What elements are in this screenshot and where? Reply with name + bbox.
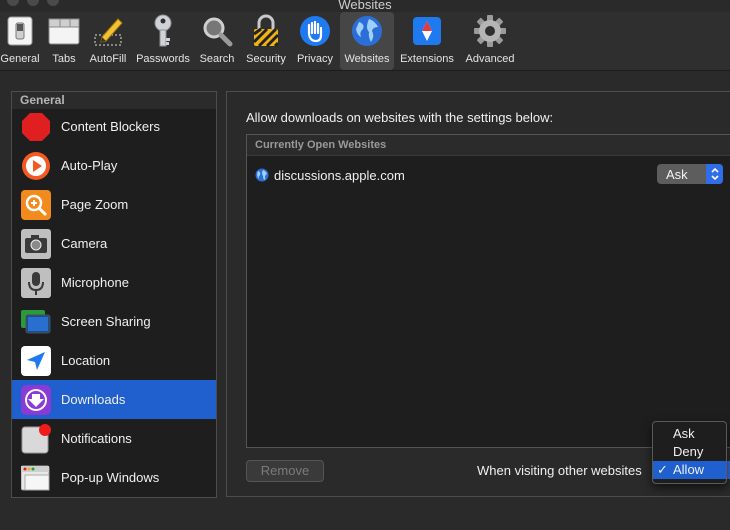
download-icon [21, 384, 51, 415]
toolbar-label-tabs: Tabs [52, 53, 76, 65]
window-title: Websites [338, 0, 392, 12]
toolbar-label-search: Search [199, 53, 235, 65]
sidebar-item-pop-up-windows[interactable]: Pop-up Windows [12, 458, 216, 497]
sidebar-item-content-blockers[interactable]: Content Blockers [12, 107, 216, 146]
website-setting-select[interactable]: Ask [657, 164, 723, 184]
toolbar-label-general: General [0, 53, 40, 65]
sidebar-item-location[interactable]: Location [12, 341, 216, 380]
sidebar-item-auto-play[interactable]: Auto-Play [12, 146, 216, 185]
toolbar-label-advanced: Advanced [465, 53, 515, 65]
sidebar-item-label: Downloads [61, 392, 126, 407]
notification-icon [21, 423, 51, 454]
sidebar-item-page-zoom[interactable]: Page Zoom [12, 185, 216, 224]
website-setting-value: Ask [666, 166, 688, 182]
key-icon [145, 12, 181, 50]
tabs-icon [46, 12, 82, 50]
sidebar-item-label: Notifications [61, 431, 132, 446]
toolbar-tab-extensions[interactable]: Extensions [398, 12, 456, 70]
table-row[interactable]: discussions.apple.com Ask [247, 163, 730, 187]
lock-icon [248, 12, 284, 50]
sidebar-item-screen-sharing[interactable]: Screen Sharing [12, 302, 216, 341]
toolbar-label-security: Security [246, 53, 286, 65]
magnifier-icon [199, 12, 235, 50]
other-websites-dropdown-menu[interactable]: Ask Deny ✓ Allow [652, 421, 727, 484]
stop-sign-icon [21, 112, 51, 142]
general-switch-icon [2, 12, 38, 50]
preferences-toolbar: General Tabs AutoFill Passwords Search S… [0, 12, 730, 71]
sidebar-item-camera[interactable]: Camera [12, 224, 216, 263]
title-bar: Websites [0, 0, 730, 12]
menu-item-deny[interactable]: Deny [653, 443, 726, 461]
toolbar-tab-advanced[interactable]: Advanced [461, 12, 519, 70]
sidebar-item-label: Camera [61, 236, 108, 251]
remove-button[interactable]: Remove [246, 460, 324, 482]
toolbar-tab-autofill[interactable]: AutoFill [86, 12, 130, 70]
camera-icon [21, 228, 51, 259]
autofill-pencil-icon [90, 12, 126, 50]
sidebar-item-label: Auto-Play [61, 158, 118, 173]
toolbar-tab-search[interactable]: Search [196, 12, 238, 70]
globe-icon [255, 168, 269, 182]
sidebar-item-label: Pop-up Windows [61, 470, 160, 485]
menu-item-allow[interactable]: ✓ Allow [653, 461, 726, 479]
globe-icon [349, 12, 385, 50]
menu-item-label: Deny [673, 444, 704, 459]
websites-table[interactable]: Currently Open Websites discussions.appl… [246, 134, 730, 448]
toolbar-label-privacy: Privacy [296, 53, 334, 65]
toolbar-label-extensions: Extensions [400, 53, 454, 65]
extensions-icon [409, 12, 445, 50]
other-websites-label: When visiting other websites [477, 463, 642, 478]
sidebar-item-microphone[interactable]: Microphone [12, 263, 216, 302]
play-icon [21, 151, 51, 181]
menu-item-label: Ask [673, 426, 695, 441]
toolbar-label-passwords: Passwords [136, 53, 190, 65]
sidebar-item-label: Page Zoom [61, 197, 129, 212]
location-arrow-icon [21, 345, 51, 376]
sidebar-item-label: Microphone [61, 275, 129, 290]
menu-item-label: Allow [673, 462, 705, 477]
zoom-icon [21, 189, 51, 220]
toolbar-tab-security[interactable]: Security [242, 12, 290, 70]
toolbar-tab-tabs[interactable]: Tabs [44, 12, 84, 70]
toolbar-tab-websites[interactable]: Websites [340, 12, 394, 70]
table-header: Currently Open Websites [247, 135, 730, 156]
gear-icon [472, 12, 508, 50]
sidebar-item-downloads[interactable]: Downloads [12, 380, 216, 419]
panel-description: Allow downloads on websites with the set… [246, 110, 554, 125]
website-name: discussions.apple.com [274, 167, 405, 183]
toolbar-tab-passwords[interactable]: Passwords [134, 12, 192, 70]
hand-icon [297, 12, 333, 50]
microphone-icon [21, 267, 51, 298]
toolbar-label-websites: Websites [344, 53, 390, 65]
menu-item-ask[interactable]: Ask [653, 425, 726, 443]
chevron-up-down-icon [706, 164, 723, 184]
popup-window-icon [21, 463, 51, 493]
toolbar-label-autofill: AutoFill [89, 53, 127, 65]
toolbar-tab-privacy[interactable]: Privacy [293, 12, 337, 70]
sidebar-item-label: Screen Sharing [61, 314, 151, 329]
sidebar-item-label: Location [61, 353, 111, 368]
screen-sharing-icon [21, 307, 51, 337]
checkmark-icon: ✓ [657, 462, 668, 477]
sidebar-item-notifications[interactable]: Notifications [12, 419, 216, 458]
websites-sidebar[interactable]: General Content Blockers Auto-Play Page … [11, 91, 217, 498]
toolbar-tab-general[interactable]: General [0, 12, 40, 70]
sidebar-item-label: Content Blockers [61, 119, 160, 134]
